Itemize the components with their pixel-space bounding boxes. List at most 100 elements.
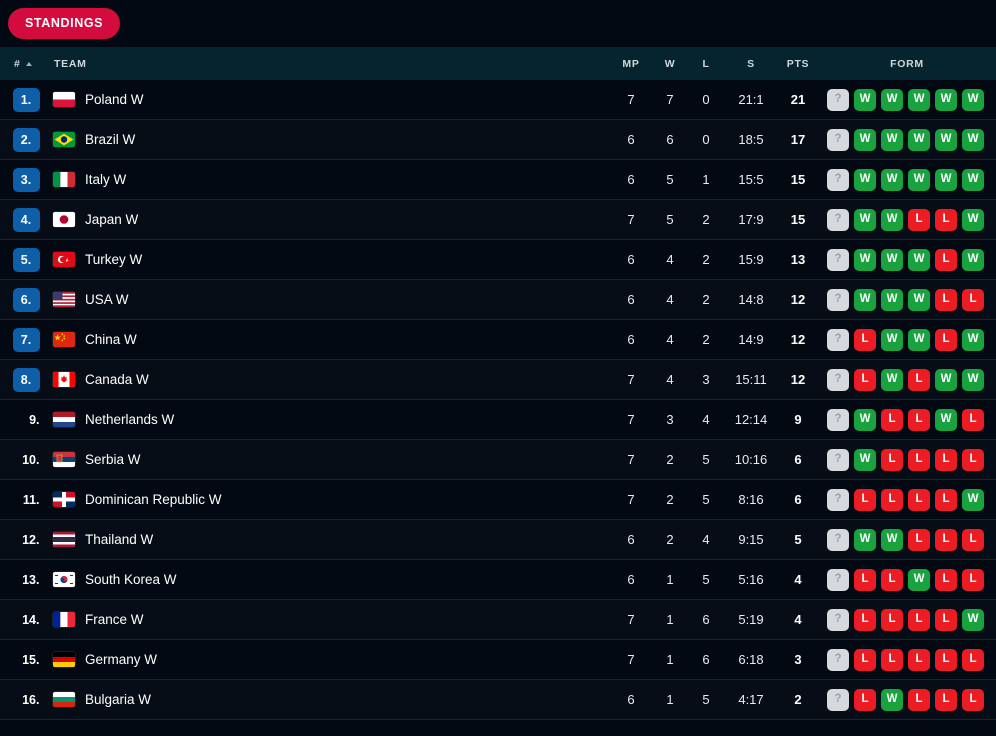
form-badge-loss[interactable]: L (908, 408, 930, 431)
form-badge-win[interactable]: W (962, 368, 984, 391)
table-row[interactable]: 14. France W 7 1 6 5:19 4? L L L L W (0, 600, 996, 640)
team-cell[interactable]: France W (52, 612, 610, 627)
team-cell[interactable]: Japan W (52, 212, 610, 227)
table-row[interactable]: 5. Turkey W 6 4 2 15:9 13? W W W L W (0, 240, 996, 280)
form-badge-loss[interactable]: L (908, 688, 930, 711)
team-cell[interactable]: Italy W (52, 172, 610, 187)
form-badge-win[interactable]: W (908, 568, 930, 591)
form-badge-win[interactable]: W (908, 88, 930, 111)
form-badge-win[interactable]: W (854, 128, 876, 151)
form-badge-win[interactable]: W (854, 88, 876, 111)
form-badge-loss[interactable]: L (962, 448, 984, 471)
form-badge-win[interactable]: W (962, 488, 984, 511)
form-badge-win[interactable]: W (854, 208, 876, 231)
form-badge-win[interactable]: W (854, 288, 876, 311)
form-badge-loss[interactable]: L (962, 288, 984, 311)
form-badge-loss[interactable]: L (881, 488, 903, 511)
form-badge-win[interactable]: W (908, 168, 930, 191)
table-row[interactable]: 1. Poland W 7 7 0 21:1 21? W W W W W (0, 80, 996, 120)
form-badge-loss[interactable]: L (935, 328, 957, 351)
form-badge-unknown[interactable]: ? (827, 288, 849, 311)
table-row[interactable]: 8. Canada W 7 4 3 15:11 12? L W L W W (0, 360, 996, 400)
table-row[interactable]: 13. South Korea W 6 1 5 5:16 4? L L W L L (0, 560, 996, 600)
form-badge-loss[interactable]: L (962, 528, 984, 551)
form-badge-loss[interactable]: L (908, 368, 930, 391)
form-badge-win[interactable]: W (881, 368, 903, 391)
team-cell[interactable]: China W (52, 332, 610, 347)
form-badge-loss[interactable]: L (935, 488, 957, 511)
table-row[interactable]: 10. Serbia W 7 2 5 10:16 6? W L L L L (0, 440, 996, 480)
team-cell[interactable]: Poland W (52, 92, 610, 107)
header-w[interactable]: W (652, 58, 688, 70)
form-badge-loss[interactable]: L (908, 208, 930, 231)
form-badge-loss[interactable]: L (935, 528, 957, 551)
header-mp[interactable]: MP (610, 58, 652, 70)
form-badge-win[interactable]: W (962, 608, 984, 631)
form-badge-loss[interactable]: L (962, 688, 984, 711)
form-badge-win[interactable]: W (908, 128, 930, 151)
form-badge-unknown[interactable]: ? (827, 248, 849, 271)
form-badge-loss[interactable]: L (908, 648, 930, 671)
form-badge-unknown[interactable]: ? (827, 328, 849, 351)
table-row[interactable]: 15. Germany W 7 1 6 6:18 3? L L L L L (0, 640, 996, 680)
form-badge-unknown[interactable]: ? (827, 88, 849, 111)
form-badge-loss[interactable]: L (935, 608, 957, 631)
form-badge-loss[interactable]: L (935, 208, 957, 231)
table-row[interactable]: 6. USA W 6 4 2 14:8 12? W W W L L (0, 280, 996, 320)
table-row[interactable]: 11. Dominican Republic W 7 2 5 8:16 6? L L L L W (0, 480, 996, 520)
form-badge-win[interactable]: W (962, 88, 984, 111)
team-cell[interactable]: Netherlands W (52, 412, 610, 427)
table-row[interactable]: 3. Italy W 6 5 1 15:5 15? W W W W W (0, 160, 996, 200)
form-badge-loss[interactable]: L (881, 648, 903, 671)
form-badge-win[interactable]: W (881, 168, 903, 191)
team-cell[interactable]: Bulgaria W (52, 692, 610, 707)
form-badge-unknown[interactable]: ? (827, 408, 849, 431)
form-badge-unknown[interactable]: ? (827, 608, 849, 631)
form-badge-loss[interactable]: L (854, 488, 876, 511)
form-badge-unknown[interactable]: ? (827, 528, 849, 551)
form-badge-win[interactable]: W (854, 528, 876, 551)
form-badge-loss[interactable]: L (854, 328, 876, 351)
team-cell[interactable]: Thailand W (52, 532, 610, 547)
form-badge-win[interactable]: W (962, 168, 984, 191)
form-badge-win[interactable]: W (962, 328, 984, 351)
team-cell[interactable]: Germany W (52, 652, 610, 667)
team-cell[interactable]: Turkey W (52, 252, 610, 267)
header-rank[interactable]: # (0, 58, 52, 70)
form-badge-win[interactable]: W (935, 168, 957, 191)
form-badge-unknown[interactable]: ? (827, 648, 849, 671)
form-badge-loss[interactable]: L (908, 528, 930, 551)
form-badge-loss[interactable]: L (854, 648, 876, 671)
form-badge-loss[interactable]: L (854, 368, 876, 391)
form-badge-unknown[interactable]: ? (827, 368, 849, 391)
form-badge-loss[interactable]: L (854, 608, 876, 631)
form-badge-loss[interactable]: L (881, 408, 903, 431)
form-badge-win[interactable]: W (881, 688, 903, 711)
form-badge-loss[interactable]: L (962, 568, 984, 591)
team-cell[interactable]: South Korea W (52, 572, 610, 587)
form-badge-win[interactable]: W (881, 528, 903, 551)
form-badge-unknown[interactable]: ? (827, 568, 849, 591)
form-badge-loss[interactable]: L (854, 688, 876, 711)
form-badge-unknown[interactable]: ? (827, 488, 849, 511)
form-badge-loss[interactable]: L (881, 608, 903, 631)
form-badge-win[interactable]: W (908, 288, 930, 311)
form-badge-win[interactable]: W (854, 248, 876, 271)
form-badge-loss[interactable]: L (908, 488, 930, 511)
header-pts[interactable]: PTS (778, 58, 818, 70)
form-badge-loss[interactable]: L (881, 568, 903, 591)
form-badge-win[interactable]: W (854, 168, 876, 191)
team-cell[interactable]: USA W (52, 292, 610, 307)
team-cell[interactable]: Dominican Republic W (52, 492, 610, 507)
header-s[interactable]: S (724, 58, 778, 70)
form-badge-loss[interactable]: L (881, 448, 903, 471)
form-badge-win[interactable]: W (962, 208, 984, 231)
form-badge-loss[interactable]: L (854, 568, 876, 591)
form-badge-win[interactable]: W (935, 408, 957, 431)
table-row[interactable]: 9. Netherlands W 7 3 4 12:14 9? W L L W L (0, 400, 996, 440)
team-cell[interactable]: Serbia W (52, 452, 610, 467)
form-badge-win[interactable]: W (935, 368, 957, 391)
form-badge-loss[interactable]: L (935, 288, 957, 311)
tab-standings[interactable]: STANDINGS (8, 8, 121, 39)
header-l[interactable]: L (688, 58, 724, 70)
